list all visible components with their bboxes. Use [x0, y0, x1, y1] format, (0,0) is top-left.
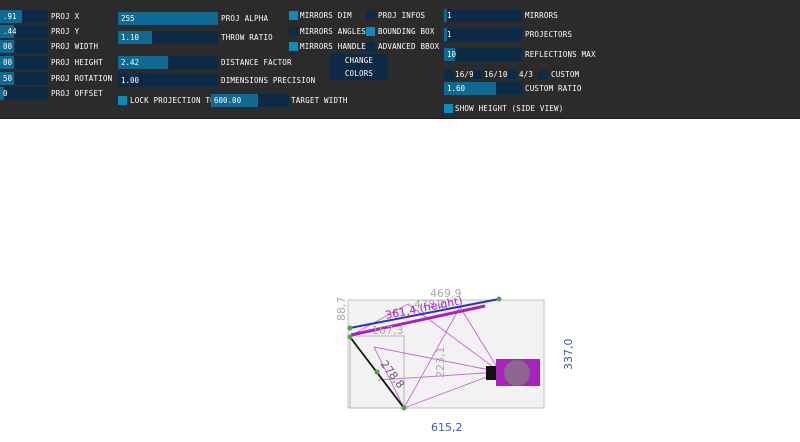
mirror-handle[interactable]	[496, 296, 502, 302]
left-dim-text: 88,7	[335, 297, 348, 322]
mirror-handle[interactable]	[347, 334, 353, 340]
bottom-dim-text: 615,2	[431, 421, 463, 434]
mirror-handle[interactable]	[347, 325, 353, 331]
right-dim-text: 337,0	[562, 339, 575, 371]
mirror-handle[interactable]	[401, 405, 407, 411]
inner-height-text: 223,1	[434, 347, 447, 379]
projection-diagram: 469,9 478,2 361,4 (height) 88,7 167,3 22…	[335, 287, 575, 434]
mirror-handle[interactable]	[374, 369, 380, 375]
inner-width-text: 167,3	[372, 324, 404, 337]
